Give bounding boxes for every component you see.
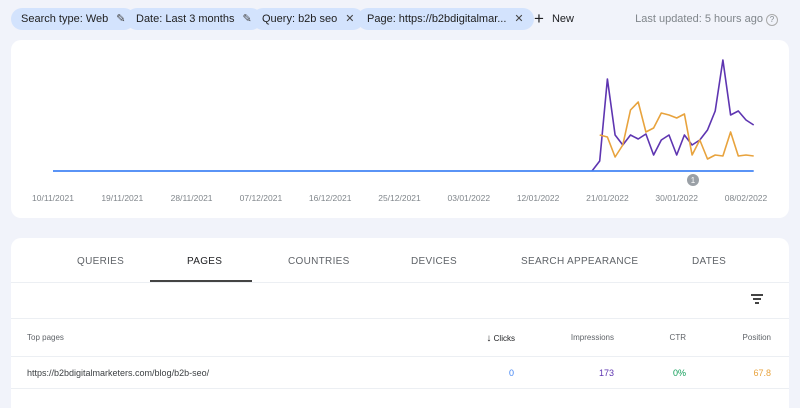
filter-rows-icon[interactable] <box>751 294 763 304</box>
x-tick-label: 21/01/2022 <box>586 193 629 203</box>
pencil-icon[interactable]: ✎ <box>116 8 125 30</box>
clicks-header-label: Clicks <box>493 334 515 343</box>
help-icon[interactable]: ? <box>766 14 778 26</box>
tab-countries[interactable]: COUNTRIES <box>288 256 350 267</box>
column-header-page: Top pages <box>27 333 64 342</box>
sort-down-arrow-icon: ↓ <box>486 333 492 344</box>
x-tick-label: 28/11/2021 <box>171 193 213 203</box>
column-header-impressions[interactable]: Impressions <box>571 333 614 342</box>
filter-chip-date[interactable]: Date: Last 3 months ✎ <box>126 8 262 30</box>
row-clicks: 0 <box>508 368 514 378</box>
tab-dates[interactable]: DATES <box>692 256 726 267</box>
chip-label: Page: https://b2bdigitalmar... <box>367 13 507 25</box>
x-tick-label: 19/11/2021 <box>101 193 143 203</box>
annotation-label: 1 <box>691 176 696 185</box>
filter-chip-page[interactable]: Page: https://b2bdigitalmar... ✕ <box>357 8 534 30</box>
x-tick-label: 25/12/2021 <box>378 193 421 203</box>
x-tick-label: 08/02/2022 <box>725 193 768 203</box>
x-tick-label: 30/01/2022 <box>655 193 698 203</box>
column-header-position[interactable]: Position <box>743 333 771 342</box>
column-header-ctr[interactable]: CTR <box>670 333 686 342</box>
plus-icon: + <box>534 9 544 28</box>
report-table-card: QUERIES PAGES COUNTRIES DEVICES SEARCH APPEA… <box>11 238 789 408</box>
x-tick-label: 12/01/2022 <box>517 193 560 203</box>
row-ctr: 0% <box>672 368 686 378</box>
filter-chip-search-type[interactable]: Search type: Web ✎ <box>11 8 136 30</box>
x-tick-label: 07/12/2021 <box>240 193 283 203</box>
tab-queries[interactable]: QUERIES <box>77 256 124 267</box>
performance-chart-card: 10/11/2021 19/11/2021 28/11/2021 07/12/2021… <box>11 40 789 218</box>
chip-label: Date: Last 3 months <box>136 13 235 25</box>
row-page-url[interactable]: https://b2bdigitalmarketers.com/blog/b2b… <box>27 368 209 378</box>
x-tick-label: 03/01/2022 <box>448 193 491 203</box>
new-filter-button[interactable]: + New <box>534 8 574 30</box>
new-label: New <box>551 13 574 25</box>
chip-label: Search type: Web <box>21 13 109 25</box>
tab-pages[interactable]: PAGES <box>187 256 222 267</box>
last-updated-text: Last updated: 5 hours ago <box>635 13 763 25</box>
tab-search-appearance[interactable]: SEARCH APPEARANCE <box>521 256 638 267</box>
chip-label: Query: b2b seo <box>262 13 338 25</box>
row-impressions: 173 <box>598 368 614 378</box>
pencil-icon[interactable]: ✎ <box>242 8 251 30</box>
x-tick-label: 16/12/2021 <box>309 193 352 203</box>
tab-devices[interactable]: DEVICES <box>411 256 457 267</box>
performance-chart: 10/11/2021 19/11/2021 28/11/2021 07/12/2021… <box>32 59 768 203</box>
close-icon[interactable]: ✕ <box>514 8 523 30</box>
close-icon[interactable]: ✕ <box>345 8 354 30</box>
row-position: 67.8 <box>753 368 771 378</box>
column-header-clicks[interactable]: ↓ Clicks <box>486 333 515 344</box>
x-tick-label: 10/11/2021 <box>32 193 74 203</box>
filter-chip-query[interactable]: Query: b2b seo ✕ <box>252 8 365 30</box>
last-updated: Last updated: 5 hours ago ? <box>635 13 778 26</box>
